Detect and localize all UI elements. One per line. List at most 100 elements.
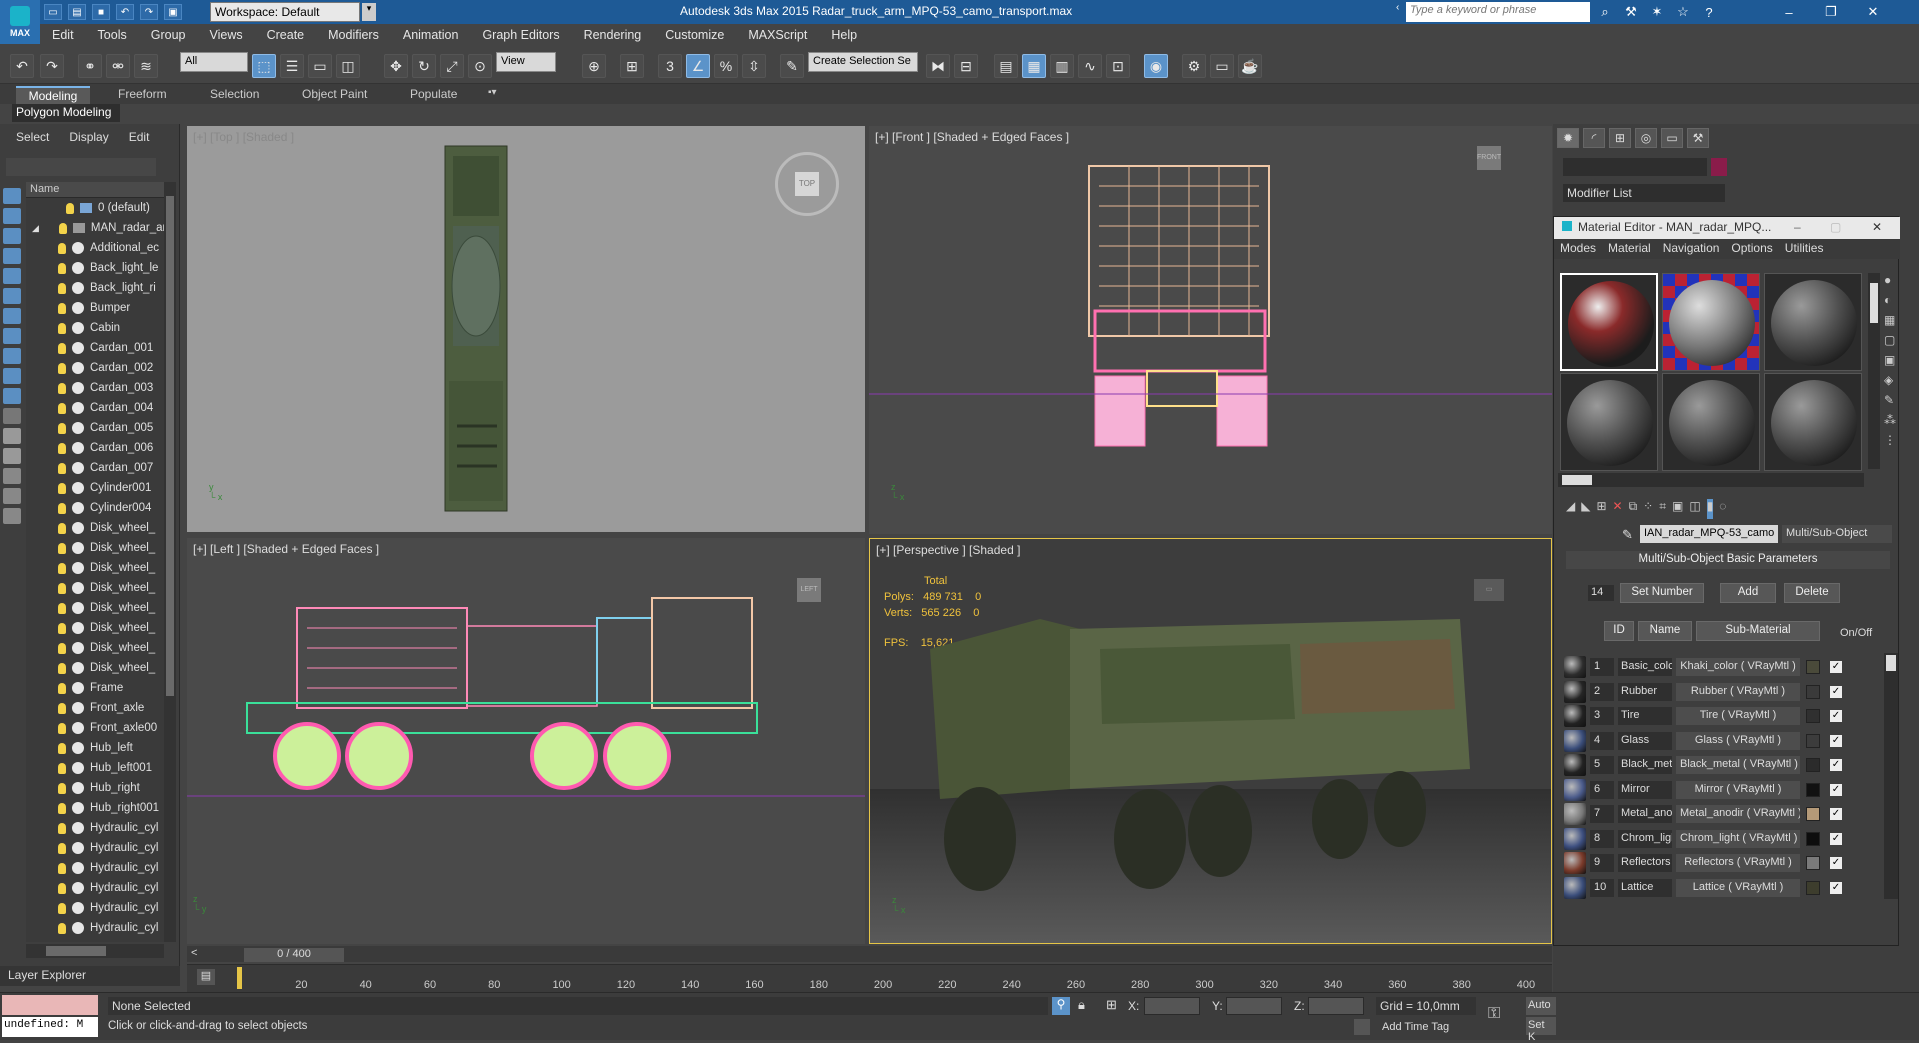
display-groups-icon[interactable] <box>3 308 21 324</box>
lightbulb-icon[interactable] <box>58 782 66 794</box>
scene-object-row[interactable]: Frame <box>26 678 176 698</box>
sub-material-name-field[interactable]: Black_metal <box>1618 756 1672 774</box>
lightbulb-icon[interactable] <box>58 642 66 654</box>
z-coordinate-field[interactable] <box>1308 997 1364 1015</box>
time-tag-icon[interactable] <box>1354 1019 1370 1035</box>
display-spacewarps-icon[interactable] <box>3 288 21 304</box>
curve-editor-icon[interactable]: ∿ <box>1078 54 1102 78</box>
sub-material-row[interactable]: 4 Glass Glass ( VRayMtl ) ✓ <box>1564 729 1876 753</box>
lightbulb-icon[interactable] <box>58 302 66 314</box>
scene-object-row[interactable]: Back_light_le <box>26 258 176 278</box>
layer-explorer-label[interactable]: Layer Explorer <box>0 966 180 986</box>
scene-object-row[interactable]: Hydraulic_cyl <box>26 898 176 918</box>
scene-object-row[interactable]: Cardan_005 <box>26 418 176 438</box>
viewport-front[interactable]: [+] [Front ] [Shaded + Edged Faces ] FRO… <box>869 126 1552 534</box>
material-id-channel-icon[interactable]: ⌗ <box>1659 499 1666 519</box>
scene-object-row[interactable]: Front_axle00 <box>26 718 176 738</box>
menu-graph-editors[interactable]: Graph Editors <box>470 28 571 42</box>
display-geometry-icon[interactable] <box>3 188 21 204</box>
put-to-scene-icon[interactable]: ◣ <box>1581 499 1590 519</box>
sub-material-button[interactable]: Mirror ( VRayMtl ) <box>1676 780 1800 799</box>
collapse-arrow-icon[interactable]: ◢ <box>32 223 39 234</box>
sub-material-on-checkbox[interactable]: ✓ <box>1830 710 1842 722</box>
modifier-list-dropdown[interactable]: Modifier List <box>1563 184 1725 202</box>
scene-object-row[interactable]: Cardan_004 <box>26 398 176 418</box>
motion-tab-icon[interactable]: ◎ <box>1635 128 1657 148</box>
display-containers-icon[interactable] <box>3 368 21 384</box>
set-key-icon[interactable]: ⚿ <box>1488 1005 1500 1023</box>
sub-material-on-checkbox[interactable]: ✓ <box>1830 759 1842 771</box>
sub-material-id[interactable]: 2 <box>1590 682 1614 701</box>
scene-object-row[interactable]: Disk_wheel_ <box>26 618 176 638</box>
unlink-icon[interactable]: ⚮ <box>106 54 130 78</box>
menu-animation[interactable]: Animation <box>391 28 471 42</box>
viewport-perspective[interactable]: [+] [Perspective ] [Shaded ] Total Polys… <box>869 538 1552 944</box>
move-icon[interactable]: ✥ <box>384 54 408 78</box>
material-slot-2[interactable] <box>1662 273 1760 371</box>
material-editor-icon[interactable]: ◉ <box>1144 54 1168 78</box>
material-map-navigator-icon[interactable]: ⋮ <box>1884 433 1900 447</box>
sub-material-id[interactable]: 4 <box>1590 731 1614 750</box>
scene-object-row[interactable]: Disk_wheel_ <box>26 578 176 598</box>
make-preview-icon[interactable]: ◈ <box>1884 373 1900 387</box>
select-manipulate-icon[interactable]: ⊞ <box>620 54 644 78</box>
invert-display-icon[interactable] <box>3 448 21 464</box>
sub-material-row[interactable]: 3 Tire Tire ( VRayMtl ) ✓ <box>1564 704 1876 728</box>
sub-material-color-swatch[interactable] <box>1806 831 1820 846</box>
sub-material-row[interactable]: 1Basic_colorKhaki_color ( VRayMtl ) ✓ <box>1564 655 1876 679</box>
me-menu-material[interactable]: Material <box>1602 239 1657 259</box>
lightbulb-icon[interactable] <box>58 762 66 774</box>
display-tab-icon[interactable]: ▭ <box>1661 128 1683 148</box>
project-folder-icon[interactable]: ▣ <box>164 4 182 20</box>
maxscript-listener-input[interactable] <box>2 995 98 1015</box>
sub-material-button[interactable]: Lattice ( VRayMtl ) <box>1676 878 1800 897</box>
sub-material-id[interactable]: 5 <box>1590 756 1614 774</box>
new-file-icon[interactable]: ▭ <box>44 4 62 20</box>
sub-material-color-swatch[interactable] <box>1806 807 1820 821</box>
sub-material-button[interactable]: Glass ( VRayMtl ) <box>1676 731 1800 750</box>
modify-tab-icon[interactable]: ◜ <box>1583 128 1605 148</box>
bind-space-warp-icon[interactable]: ≋ <box>134 54 158 78</box>
tab-selection[interactable]: Selection <box>202 86 267 104</box>
group-row[interactable]: ◢ MAN_radar_arm <box>26 218 176 238</box>
restore-icon[interactable]: ❐ <box>1822 3 1840 21</box>
object-color-swatch[interactable] <box>1711 158 1727 176</box>
viewcube-perspective[interactable]: ▭ <box>1474 579 1504 601</box>
undo-icon[interactable]: ↶ <box>116 4 134 20</box>
sub-material-color-swatch[interactable] <box>1806 709 1820 723</box>
align-icon[interactable]: ⊟ <box>954 54 978 78</box>
backlight-icon[interactable]: ◐ <box>1884 293 1900 307</box>
scene-object-row[interactable]: Cylinder001 <box>26 478 176 498</box>
mirror-icon[interactable]: ⧓ <box>926 54 950 78</box>
lightbulb-icon[interactable] <box>58 262 66 274</box>
rendered-frame-window-icon[interactable]: ▭ <box>1210 54 1234 78</box>
curve-editor-mini-icon[interactable]: ▤ <box>197 969 215 985</box>
sub-material-button[interactable]: Khaki_color ( VRayMtl ) <box>1676 658 1800 676</box>
sync-selection-icon[interactable] <box>3 508 21 524</box>
select-by-name-icon[interactable]: ☰ <box>280 54 304 78</box>
sub-material-row[interactable]: 2 Rubber Rubber ( VRayMtl ) ✓ <box>1564 680 1876 704</box>
select-by-material-icon[interactable]: ⁂ <box>1884 413 1900 427</box>
sub-material-name-field[interactable]: Tire <box>1618 707 1672 725</box>
scene-object-row[interactable]: Hydraulic_cyl <box>26 878 176 898</box>
selection-filter-dropdown[interactable]: All <box>180 52 248 72</box>
lightbulb-icon[interactable] <box>58 402 66 414</box>
tab-freeform[interactable]: Freeform <box>110 86 175 104</box>
scene-object-row[interactable]: Hub_left <box>26 738 176 758</box>
lightbulb-icon[interactable] <box>58 342 66 354</box>
sub-material-color-swatch[interactable] <box>1806 758 1820 772</box>
lightbulb-icon[interactable] <box>58 382 66 394</box>
material-slot-6[interactable] <box>1764 373 1862 471</box>
scene-object-row[interactable]: Disk_wheel_ <box>26 658 176 678</box>
transform-type-in-icon[interactable]: ⊞ <box>1106 997 1117 1013</box>
link-icon[interactable]: ⚭ <box>78 54 102 78</box>
search-input[interactable]: Type a keyword or phrase <box>1406 2 1590 22</box>
favorites-icon[interactable]: ☆ <box>1674 3 1692 21</box>
sub-material-color-swatch[interactable] <box>1806 660 1820 674</box>
sub-material-id[interactable]: 8 <box>1590 829 1614 848</box>
place-icon[interactable]: ⊙ <box>468 54 492 78</box>
sub-material-on-checkbox[interactable]: ✓ <box>1830 734 1842 747</box>
scale-icon[interactable]: ⤢ <box>440 54 464 78</box>
assign-to-selection-icon[interactable]: ⊞ <box>1596 499 1606 519</box>
lightbulb-icon[interactable] <box>58 282 66 294</box>
